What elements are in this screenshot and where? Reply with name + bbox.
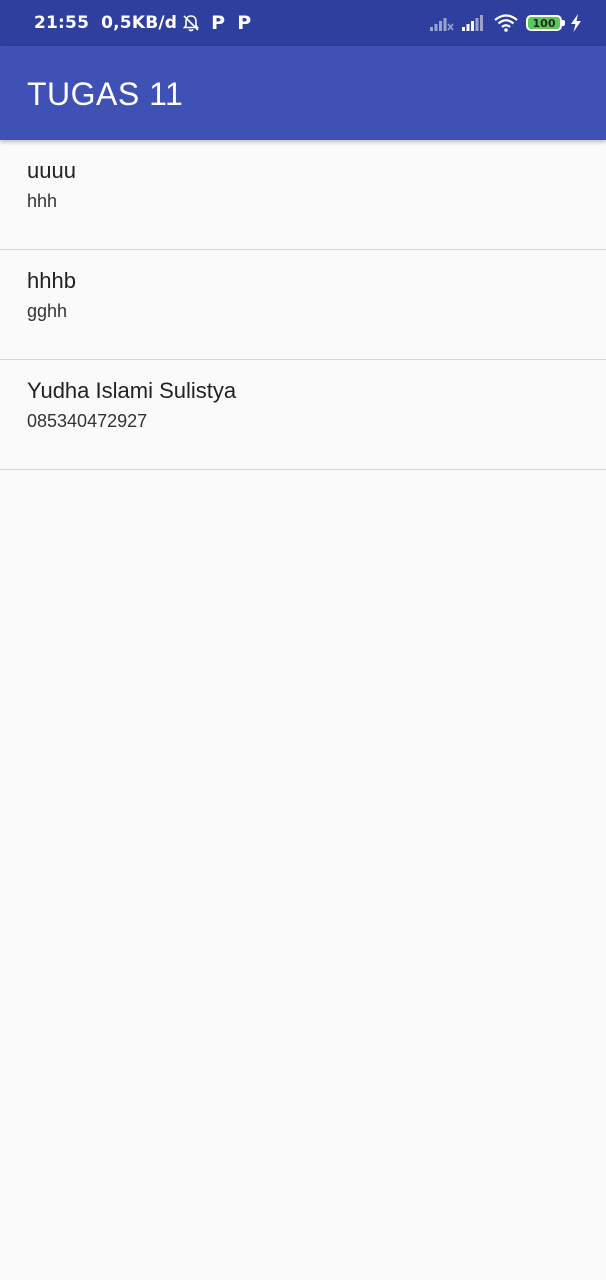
signal-no-sim-icon: [430, 15, 454, 31]
network-speed: 0,5KB/d: [101, 13, 178, 33]
p-app-icon: P: [237, 12, 252, 34]
contact-detail: hhh: [27, 191, 58, 211]
status-bar-left: 21:55 0,5KB/d P P: [34, 0, 253, 46]
wifi-icon: [494, 14, 518, 32]
app-title: TUGAS 11: [27, 76, 184, 112]
contact-list: uuuu hhh hhhb gghh Yudha Islami Sulistya…: [0, 140, 606, 470]
list-item[interactable]: hhhb gghh: [0, 250, 606, 360]
battery-icon: 100: [526, 15, 565, 31]
signal-icon: [462, 15, 486, 31]
battery-level: 100: [532, 16, 556, 30]
bell-off-icon: [181, 13, 201, 33]
app-bar: TUGAS 11: [0, 46, 606, 140]
status-bar: 21:55 0,5KB/d P P 100: [0, 0, 606, 46]
status-time: 21:55: [34, 13, 90, 33]
contact-name: Yudha Islami Sulistya: [27, 378, 237, 403]
p-app-icon: P: [211, 12, 226, 34]
list-item[interactable]: Yudha Islami Sulistya 085340472927: [0, 360, 606, 470]
contact-name: hhhb: [27, 268, 76, 293]
charging-icon: [570, 14, 582, 32]
contact-name: uuuu: [27, 158, 76, 183]
contact-detail: gghh: [27, 301, 68, 321]
status-bar-right: 100: [430, 0, 582, 46]
contact-detail: 085340472927: [27, 411, 148, 431]
list-item[interactable]: uuuu hhh: [0, 140, 606, 250]
